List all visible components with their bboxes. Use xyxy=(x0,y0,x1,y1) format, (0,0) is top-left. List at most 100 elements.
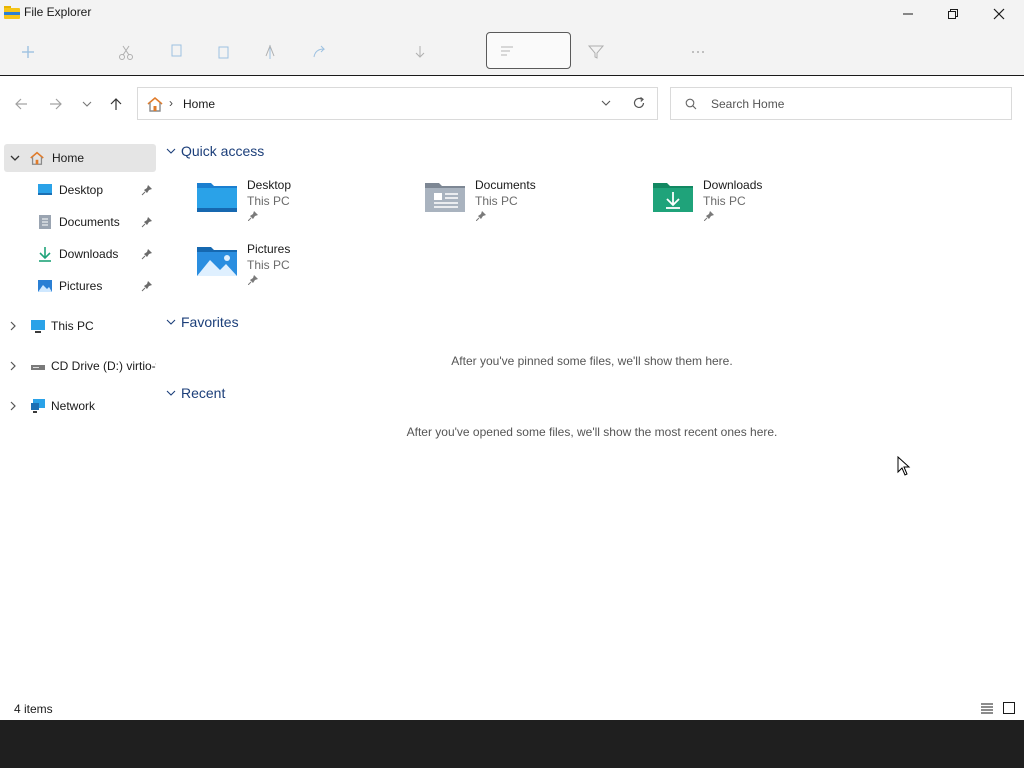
chevron-down-icon[interactable] xyxy=(166,317,176,327)
tile-name: Desktop xyxy=(247,178,292,192)
sidebar-item-label: This PC xyxy=(51,319,94,333)
tile-name: Documents xyxy=(475,178,536,192)
title-bar: File Explorer xyxy=(0,0,1024,28)
arrow-left-icon xyxy=(15,98,27,110)
chevron-down-icon[interactable] xyxy=(10,153,20,163)
documents-folder-icon xyxy=(425,183,465,212)
sidebar-item-pictures[interactable]: Pictures xyxy=(0,272,156,300)
close-button[interactable] xyxy=(976,0,1022,28)
arrow-right-icon xyxy=(50,98,62,110)
breadcrumb-separator: › xyxy=(169,96,173,110)
share-icon[interactable] xyxy=(310,42,330,62)
chevron-right-icon[interactable] xyxy=(8,321,18,331)
desktop-folder-icon xyxy=(197,183,237,212)
forward-button[interactable] xyxy=(46,94,66,114)
tile-pictures[interactable]: Pictures This PC xyxy=(160,240,380,290)
new-icon[interactable] xyxy=(18,42,38,62)
cd-drive-icon xyxy=(31,365,45,370)
delete-icon[interactable] xyxy=(410,42,430,62)
sidebar-item-downloads[interactable]: Downloads xyxy=(0,240,156,268)
sidebar-item-desktop[interactable]: Desktop xyxy=(0,176,156,204)
tile-location: This PC xyxy=(247,258,290,272)
sidebar-item-this-pc[interactable]: This PC xyxy=(0,312,156,340)
group-quick-access[interactable]: Quick access xyxy=(166,143,264,159)
pin-icon xyxy=(248,275,258,285)
pin-icon xyxy=(476,211,486,221)
command-bar xyxy=(0,28,1024,76)
sidebar-item-label: Documents xyxy=(59,215,120,229)
sidebar-item-label: Home xyxy=(52,151,85,165)
tile-location: This PC xyxy=(247,194,290,208)
sidebar-item-label: Network xyxy=(51,399,96,413)
cut-icon[interactable] xyxy=(116,42,136,62)
sort-button[interactable] xyxy=(486,32,571,69)
tile-downloads[interactable]: Downloads This PC xyxy=(616,176,836,226)
tile-name: Downloads xyxy=(703,178,763,192)
item-count: 4 items xyxy=(14,702,53,716)
copy-icon[interactable] xyxy=(166,42,186,62)
minimize-button[interactable] xyxy=(885,0,931,28)
mouse-cursor-icon xyxy=(897,456,911,476)
group-title: Favorites xyxy=(181,314,239,330)
sidebar-item-cd-drive[interactable]: CD Drive (D:) virtio-win xyxy=(0,352,156,380)
pin-icon[interactable] xyxy=(141,184,153,196)
paste-icon[interactable] xyxy=(214,42,234,62)
pin-icon xyxy=(704,211,714,221)
details-view-icon[interactable] xyxy=(980,701,994,715)
documents-icon xyxy=(39,215,51,229)
group-title: Quick access xyxy=(181,143,265,159)
content-area: Quick access Desktop This PC Documents T… xyxy=(160,140,1024,690)
restore-icon xyxy=(948,9,958,19)
up-button[interactable] xyxy=(106,94,126,114)
search-box[interactable] xyxy=(670,87,1012,120)
computer-icon xyxy=(31,320,45,333)
tile-location: This PC xyxy=(475,194,518,208)
chevron-down-icon[interactable] xyxy=(166,388,176,398)
chevron-down-icon[interactable] xyxy=(166,146,176,156)
pin-icon[interactable] xyxy=(141,216,153,228)
sidebar-item-label: Pictures xyxy=(59,279,103,293)
sidebar-item-documents[interactable]: Documents xyxy=(0,208,156,236)
home-icon xyxy=(30,151,44,165)
refresh-icon[interactable] xyxy=(632,96,646,110)
pin-icon xyxy=(248,211,258,221)
sidebar-item-label: Downloads xyxy=(59,247,119,261)
downloads-folder-icon xyxy=(653,183,693,212)
chevron-right-icon[interactable] xyxy=(8,401,18,411)
tile-desktop[interactable]: Desktop This PC xyxy=(160,176,380,226)
group-recent[interactable]: Recent xyxy=(166,385,225,401)
pin-icon[interactable] xyxy=(141,280,153,292)
sidebar-item-label: Desktop xyxy=(59,183,104,197)
rename-icon[interactable] xyxy=(260,42,280,62)
restore-button[interactable] xyxy=(930,0,976,28)
sidebar-item-home[interactable]: Home xyxy=(4,144,156,172)
sort-icon xyxy=(501,46,513,56)
back-button[interactable] xyxy=(11,94,31,114)
group-title: Recent xyxy=(181,385,226,401)
close-icon xyxy=(993,8,1005,20)
chevron-down-icon[interactable] xyxy=(600,97,612,109)
recent-empty-message: After you've opened some files, we'll sh… xyxy=(406,425,778,439)
group-favorites[interactable]: Favorites xyxy=(166,314,239,330)
file-explorer-window: File Explorer › Home Search Home Home De… xyxy=(0,0,1024,720)
status-bar: 4 items xyxy=(0,696,1024,720)
breadcrumb-home[interactable]: Home xyxy=(183,97,215,111)
pin-icon[interactable] xyxy=(141,248,153,260)
filter-icon[interactable] xyxy=(586,42,606,62)
sidebar-item-network[interactable]: Network xyxy=(0,392,156,420)
sidebar-item-label: CD Drive (D:) virtio-win xyxy=(51,359,156,373)
more-icon[interactable] xyxy=(688,42,708,62)
search-icon xyxy=(685,98,697,110)
pictures-icon xyxy=(38,280,52,292)
tiles-view-icon[interactable] xyxy=(1002,701,1016,715)
pictures-folder-icon xyxy=(197,247,237,276)
download-icon xyxy=(39,247,51,262)
minimize-icon xyxy=(903,13,913,15)
recent-locations-button[interactable] xyxy=(77,94,97,114)
address-bar[interactable]: › Home xyxy=(137,87,658,120)
chevron-right-icon[interactable] xyxy=(8,361,18,371)
window-title: File Explorer xyxy=(24,5,92,19)
tile-documents[interactable]: Documents This PC xyxy=(388,176,608,226)
search-input[interactable] xyxy=(711,94,1001,114)
network-icon xyxy=(31,399,45,413)
